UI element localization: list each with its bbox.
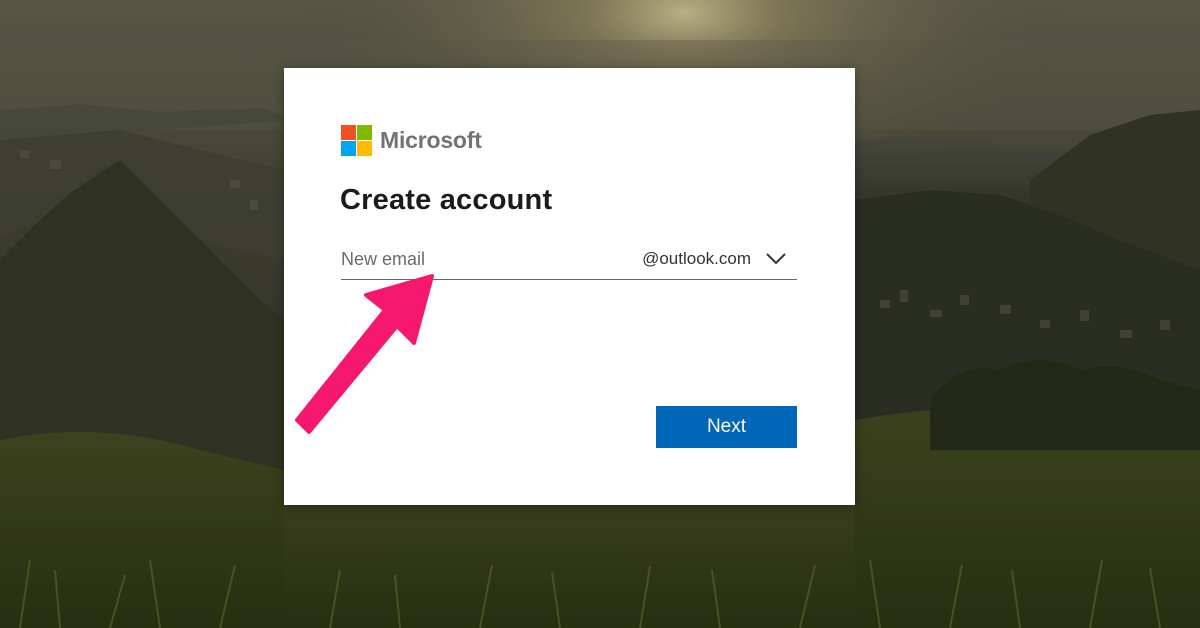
page-title: Create account <box>340 184 553 216</box>
email-field-row: @outlook.com <box>341 240 797 280</box>
domain-select[interactable]: @outlook.com <box>642 244 787 274</box>
new-email-input[interactable] <box>341 244 621 274</box>
next-button[interactable]: Next <box>656 406 797 448</box>
chevron-down-icon <box>766 253 786 265</box>
domain-select-value: @outlook.com <box>642 249 751 268</box>
logo-square-green <box>357 124 372 140</box>
logo-square-red <box>341 124 356 140</box>
create-account-dialog: Microsoft Create account @outlook.com Ne… <box>284 68 855 505</box>
logo-square-yellow <box>357 140 372 156</box>
logo-square-blue <box>341 140 356 156</box>
brand: Microsoft <box>341 124 482 156</box>
brand-name: Microsoft <box>380 126 482 153</box>
microsoft-logo-icon <box>341 124 372 156</box>
